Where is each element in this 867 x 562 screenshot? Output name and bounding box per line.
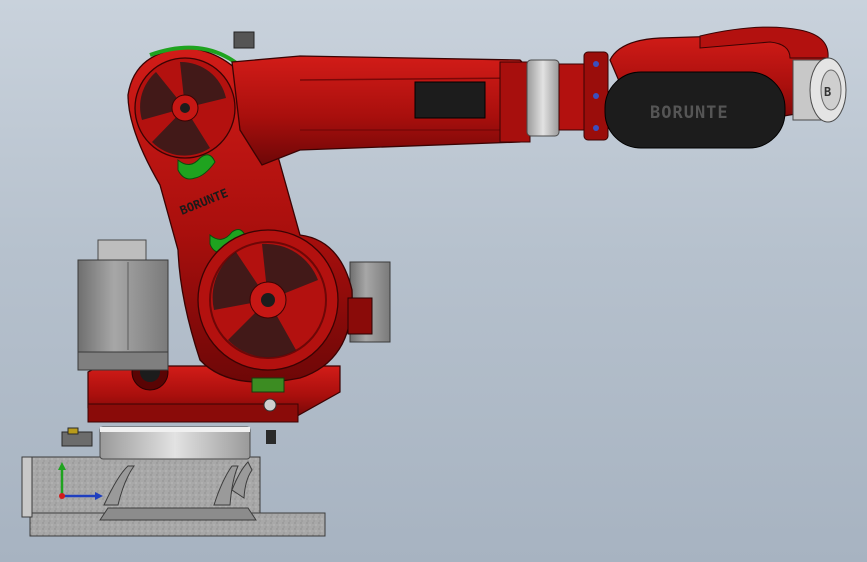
limit-switch-block[interactable] bbox=[61, 427, 93, 447]
top-connector[interactable] bbox=[233, 31, 255, 49]
forearm-brand-label: BORUNTE bbox=[650, 103, 729, 123]
counterweight-bracket bbox=[347, 297, 373, 335]
cad-viewport[interactable]: BORUNTE BORUNTE B bbox=[0, 0, 867, 562]
forearm-cover-plate bbox=[414, 81, 486, 119]
robot-model-view[interactable]: BORUNTE BORUNTE B bbox=[0, 0, 867, 562]
axis1-servo-motor[interactable] bbox=[77, 239, 169, 371]
flange-brand-mark: B bbox=[824, 85, 831, 99]
tool-flange[interactable]: B bbox=[792, 57, 847, 123]
wrist-roll-joint[interactable] bbox=[526, 51, 609, 141]
shoulder-joint-hub[interactable] bbox=[197, 229, 339, 371]
base-turntable-ring[interactable] bbox=[99, 426, 251, 460]
cable-clip bbox=[251, 377, 285, 393]
triad-z-axis bbox=[59, 493, 65, 499]
elbow-joint-hub[interactable] bbox=[134, 57, 236, 159]
robot-forearm[interactable] bbox=[231, 31, 531, 166]
